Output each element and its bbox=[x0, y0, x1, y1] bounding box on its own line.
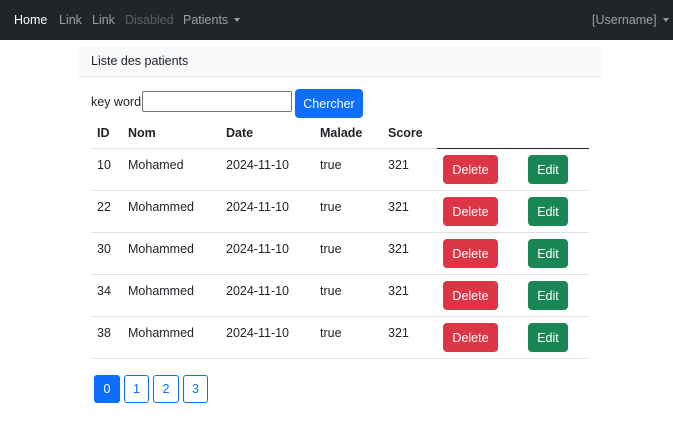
delete-button[interactable]: Delete bbox=[443, 281, 498, 310]
delete-button[interactable]: Delete bbox=[443, 197, 498, 226]
cell-score: 321 bbox=[388, 242, 409, 256]
page-button-3[interactable]: 3 bbox=[183, 375, 208, 403]
row-divider bbox=[91, 316, 589, 317]
cell-date: 2024-11-10 bbox=[226, 284, 290, 298]
column-header-date: Date bbox=[226, 126, 254, 140]
cell-malade: true bbox=[320, 284, 342, 298]
row-divider bbox=[91, 190, 589, 191]
cell-nom: Mohammed bbox=[128, 242, 194, 256]
search-button[interactable]: Chercher bbox=[295, 89, 363, 118]
table-header-divider bbox=[91, 148, 437, 149]
column-header-nom: Nom bbox=[128, 126, 156, 140]
cell-malade: true bbox=[320, 158, 342, 172]
delete-button[interactable]: Delete bbox=[443, 323, 498, 352]
cell-date: 2024-11-10 bbox=[226, 200, 290, 214]
page-button-0[interactable]: 0 bbox=[94, 375, 120, 403]
cell-id: 34 bbox=[97, 284, 111, 298]
cell-score: 321 bbox=[388, 158, 409, 172]
cell-date: 2024-11-10 bbox=[226, 158, 290, 172]
edit-button[interactable]: Edit bbox=[528, 323, 568, 352]
cell-nom: Mohammed bbox=[128, 326, 194, 340]
cell-id: 22 bbox=[97, 200, 111, 214]
chevron-down-icon bbox=[662, 18, 669, 22]
cell-date: 2024-11-10 bbox=[226, 242, 290, 256]
cell-malade: true bbox=[320, 242, 342, 256]
cell-nom: Mohamed bbox=[128, 158, 184, 172]
nav-link-1[interactable]: Link bbox=[59, 12, 82, 28]
nav-link-2[interactable]: Link bbox=[92, 12, 115, 28]
user-dropdown[interactable]: [Username] bbox=[592, 12, 669, 28]
nav-patients-dropdown[interactable]: Patients bbox=[183, 12, 241, 28]
username-label: [Username] bbox=[592, 13, 657, 27]
row-divider bbox=[91, 358, 589, 359]
card-title: Liste des patients bbox=[91, 54, 189, 68]
card-header: Liste des patients bbox=[79, 46, 601, 77]
delete-button[interactable]: Delete bbox=[443, 239, 498, 268]
search-input[interactable] bbox=[142, 91, 292, 112]
navbar: Home Link Link Disabled Patients [Userna… bbox=[0, 0, 673, 40]
column-header-malade: Malade bbox=[320, 126, 363, 140]
cell-malade: true bbox=[320, 200, 342, 214]
table-header-actions-divider bbox=[437, 148, 589, 149]
page-button-1[interactable]: 1 bbox=[124, 375, 149, 403]
edit-button[interactable]: Edit bbox=[528, 197, 568, 226]
cell-date: 2024-11-10 bbox=[226, 326, 290, 340]
cell-id: 38 bbox=[97, 326, 111, 340]
delete-button[interactable]: Delete bbox=[443, 155, 498, 184]
nav-home[interactable]: Home bbox=[14, 12, 47, 28]
nav-patients-label: Patients bbox=[183, 13, 229, 27]
cell-score: 321 bbox=[388, 200, 409, 214]
column-header-id: ID bbox=[97, 126, 110, 140]
nav-disabled: Disabled bbox=[125, 13, 174, 27]
cell-score: 321 bbox=[388, 284, 409, 298]
cell-nom: Mohammed bbox=[128, 284, 194, 298]
column-header-score: Score bbox=[388, 126, 423, 140]
cell-score: 321 bbox=[388, 326, 409, 340]
page-button-2[interactable]: 2 bbox=[153, 375, 179, 403]
cell-id: 10 bbox=[97, 158, 111, 172]
edit-button[interactable]: Edit bbox=[528, 155, 568, 184]
chevron-down-icon bbox=[234, 18, 241, 22]
search-label: key word bbox=[91, 95, 142, 109]
edit-button[interactable]: Edit bbox=[528, 281, 568, 310]
row-divider bbox=[91, 274, 589, 275]
edit-button[interactable]: Edit bbox=[528, 239, 568, 268]
row-divider bbox=[91, 232, 589, 233]
cell-nom: Mohammed bbox=[128, 200, 194, 214]
cell-malade: true bbox=[320, 326, 342, 340]
cell-id: 30 bbox=[97, 242, 111, 256]
